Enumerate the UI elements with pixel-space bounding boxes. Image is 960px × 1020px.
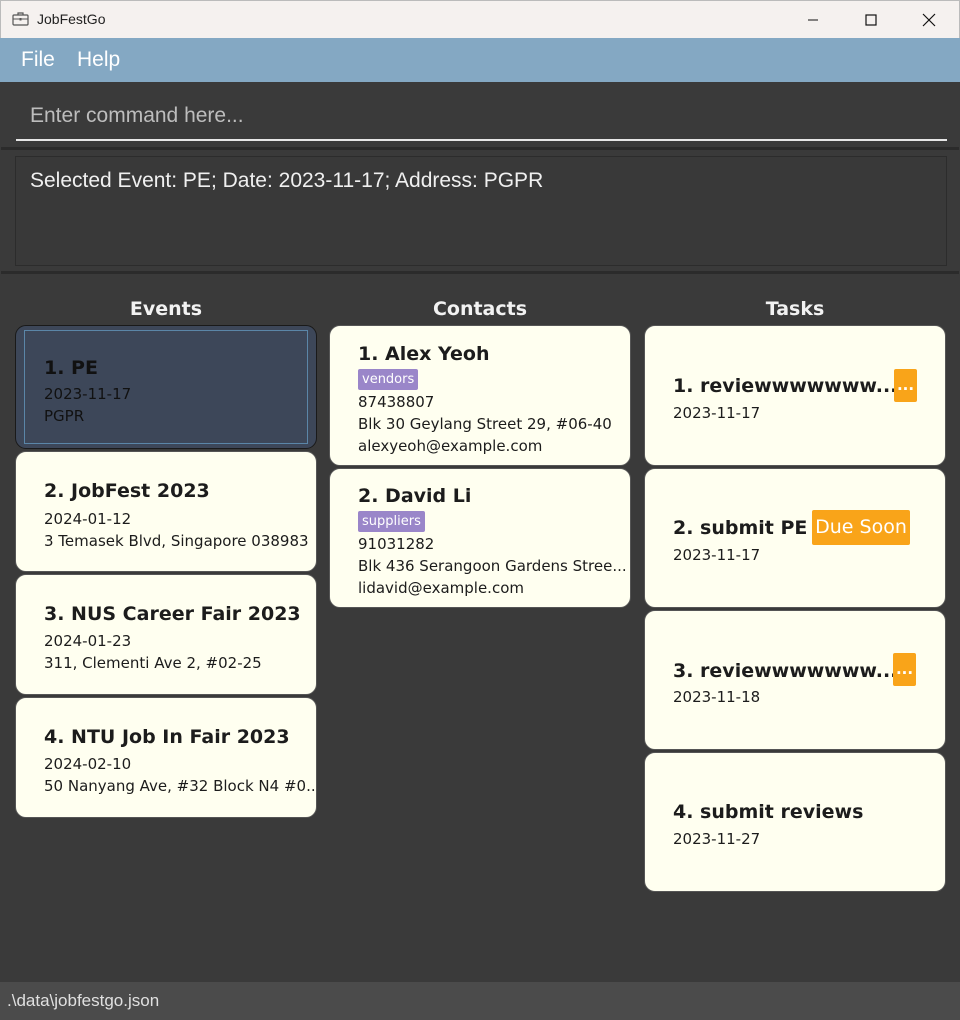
event-title: 1. PE <box>44 357 98 379</box>
contact-tag: vendors <box>358 369 419 390</box>
event-card[interactable]: 3. NUS Career Fair 2023 2024-01-23 311, … <box>15 574 317 695</box>
contact-tag: suppliers <box>358 511 425 532</box>
command-box <box>16 95 947 141</box>
task-card[interactable]: 3. reviewwwwwww... 2023-11-18 ... <box>644 610 946 750</box>
tasks-header: Tasks <box>765 298 825 320</box>
contact-name: 2. David Li <box>358 485 472 507</box>
task-title: 2. submit PE <box>673 517 808 539</box>
task-title: 4. submit reviews <box>673 801 864 823</box>
event-title: 3. NUS Career Fair 2023 <box>44 603 301 625</box>
task-title: 1. reviewwwwwww... <box>673 375 898 397</box>
event-date: 2024-01-23 <box>44 632 132 650</box>
events-header: Events <box>129 298 203 320</box>
menu-help[interactable]: Help <box>77 48 120 72</box>
task-date: 2023-11-17 <box>673 546 761 564</box>
contacts-header: Contacts <box>432 298 528 320</box>
contact-address: Blk 436 Serangoon Gardens Stree... <box>358 557 627 575</box>
contact-phone: 87438807 <box>358 393 435 411</box>
event-date: 2024-01-12 <box>44 510 132 528</box>
window-title: JobFestGo <box>37 11 106 27</box>
event-address: 311, Clementi Ave 2, #02-25 <box>44 654 262 672</box>
event-address: PGPR <box>44 407 85 425</box>
command-input[interactable] <box>16 95 947 137</box>
menu-bar: File Help <box>0 38 960 82</box>
event-title: 2. JobFest 2023 <box>44 480 210 502</box>
minimize-button[interactable] <box>784 1 842 38</box>
status-bar: .\data\jobfestgo.json <box>0 982 960 1020</box>
event-title: 4. NTU Job In Fair 2023 <box>44 726 290 748</box>
minimize-icon <box>808 19 818 20</box>
event-card[interactable]: 4. NTU Job In Fair 2023 2024-02-10 50 Na… <box>15 697 317 818</box>
task-card[interactable]: 2. submit PE 2023-11-17 Due Soon <box>644 468 946 608</box>
task-title: 3. reviewwwwwww... <box>673 660 898 682</box>
contact-email: alexyeoh@example.com <box>358 437 543 455</box>
menu-file[interactable]: File <box>21 48 55 72</box>
task-badge: ... <box>894 369 917 402</box>
event-address: 3 Temasek Blvd, Singapore 038983 <box>44 532 309 550</box>
maximize-icon <box>865 13 877 26</box>
contact-card[interactable]: 2. David Li suppliers 91031282 Blk 436 S… <box>329 468 631 608</box>
event-card[interactable]: 1. PE 2023-11-17 PGPR <box>15 325 317 449</box>
divider <box>1 271 959 274</box>
task-date: 2023-11-27 <box>673 830 761 848</box>
contact-card[interactable]: 1. Alex Yeoh vendors 87438807 Blk 30 Gey… <box>329 325 631 466</box>
divider <box>1 147 959 150</box>
save-location: .\data\jobfestgo.json <box>7 991 160 1010</box>
task-badge: ... <box>893 653 916 686</box>
title-bar: JobFestGo <box>0 0 960 38</box>
event-address: 50 Nanyang Ave, #32 Block N4 #0... <box>44 777 317 795</box>
task-date: 2023-11-17 <box>673 404 761 422</box>
close-icon <box>922 13 936 26</box>
maximize-button[interactable] <box>842 1 900 38</box>
task-card[interactable]: 4. submit reviews 2023-11-27 <box>644 752 946 892</box>
contact-address: Blk 30 Geylang Street 29, #06-40 <box>358 415 612 433</box>
contact-phone: 91031282 <box>358 535 435 553</box>
task-date: 2023-11-18 <box>673 688 761 706</box>
event-card[interactable]: 2. JobFest 2023 2024-01-12 3 Temasek Blv… <box>15 451 317 572</box>
due-soon-badge: Due Soon <box>812 510 910 545</box>
event-date: 2023-11-17 <box>44 385 132 403</box>
result-text: Selected Event: PE; Date: 2023-11-17; Ad… <box>30 169 544 192</box>
close-button[interactable] <box>900 1 958 38</box>
briefcase-icon <box>12 12 29 26</box>
contact-email: lidavid@example.com <box>358 579 524 597</box>
task-card[interactable]: 1. reviewwwwwww... 2023-11-17 ... <box>644 325 946 466</box>
result-display: Selected Event: PE; Date: 2023-11-17; Ad… <box>15 156 947 266</box>
contact-name: 1. Alex Yeoh <box>358 343 490 365</box>
event-date: 2024-02-10 <box>44 755 132 773</box>
